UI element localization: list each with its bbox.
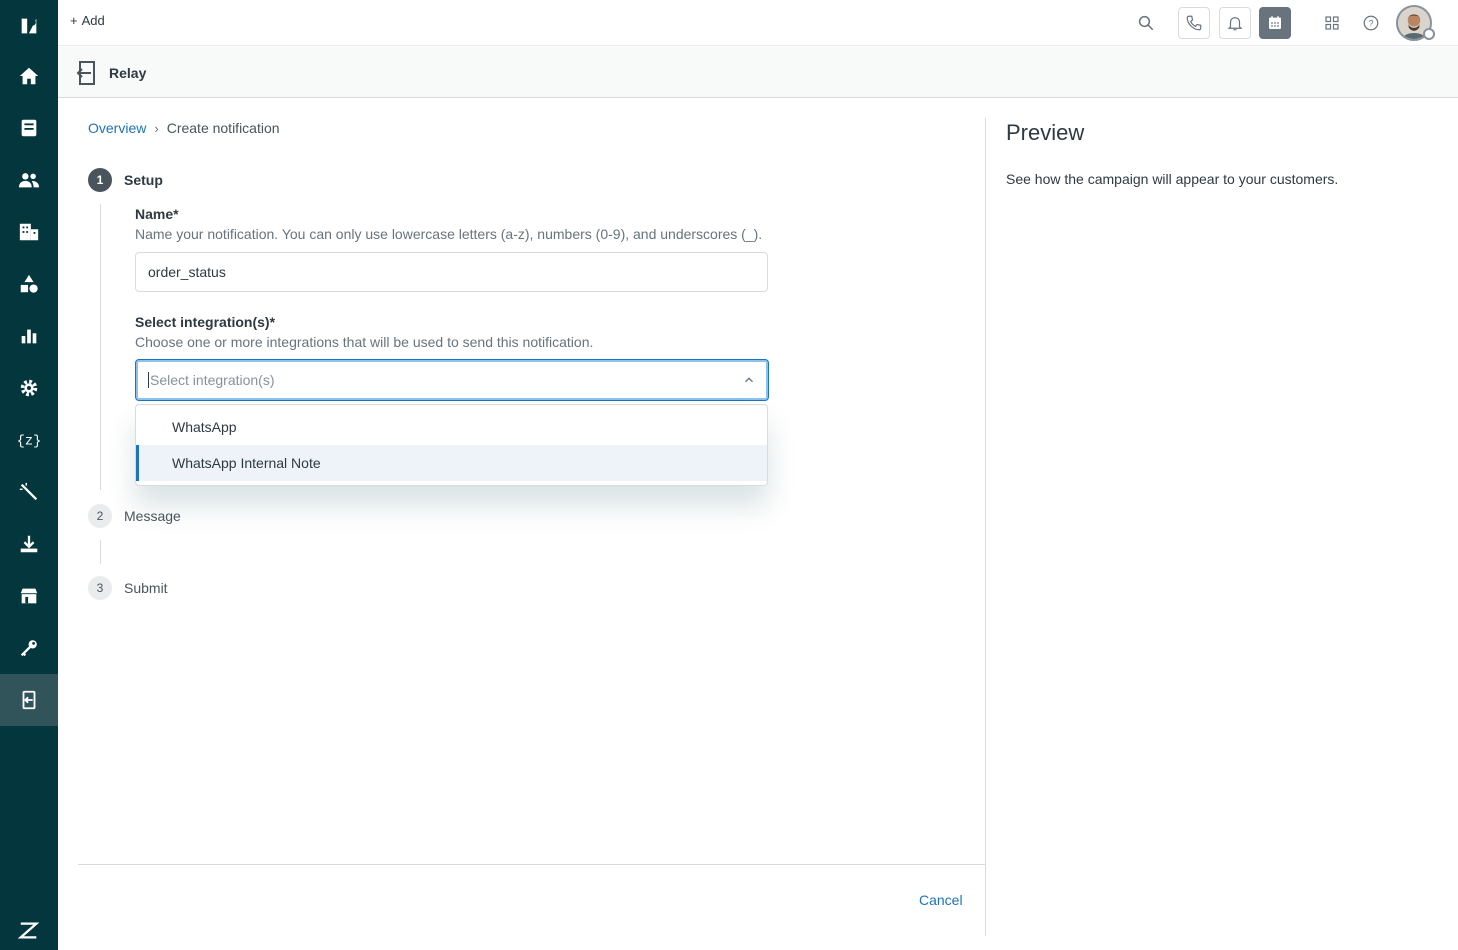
zendesk-logo-icon[interactable] [0, 0, 58, 52]
calendar-icon[interactable] [1259, 7, 1291, 39]
option-whatsapp[interactable]: WhatsApp [136, 409, 767, 445]
step-connector [100, 540, 101, 564]
text-cursor [148, 372, 149, 388]
svg-text:{z}: {z} [18, 434, 40, 450]
name-hint: Name your notification. You can only use… [135, 226, 763, 242]
step-connector [100, 204, 101, 490]
zis-icon[interactable]: {z} [0, 414, 58, 466]
relay-app-icon[interactable] [0, 674, 58, 726]
add-button[interactable]: + Add [70, 13, 105, 28]
bell-icon[interactable] [1219, 7, 1251, 39]
organizations-icon[interactable] [0, 206, 58, 258]
breadcrumb-overview-link[interactable]: Overview [88, 120, 146, 136]
integration-combobox[interactable] [135, 359, 769, 401]
integration-label: Select integration(s)* [135, 314, 276, 330]
add-button-label: Add [81, 13, 105, 28]
zendesk-icon[interactable] [0, 904, 58, 950]
preview-title: Preview [1006, 120, 1085, 145]
preview-description: See how the campaign will appear to your… [1006, 171, 1339, 187]
chevron-up-icon[interactable] [742, 373, 756, 387]
objects-icon[interactable] [0, 258, 58, 310]
store-icon[interactable] [0, 570, 58, 622]
panel-divider [985, 118, 986, 936]
reporting-icon[interactable] [0, 310, 58, 362]
download-icon[interactable] [0, 518, 58, 570]
app-header: Relay [58, 47, 1458, 98]
name-label: Name* [135, 206, 179, 222]
views-icon[interactable] [0, 102, 58, 154]
status-indicator [1423, 28, 1435, 40]
footer-divider [78, 864, 986, 865]
step-3-label: Submit [124, 580, 168, 596]
breadcrumb-current: Create notification [166, 120, 280, 136]
relay-logo-icon [76, 60, 98, 86]
search-icon[interactable] [1130, 7, 1162, 39]
phone-icon[interactable] [1178, 7, 1210, 39]
step-1-label: Setup [124, 172, 163, 188]
step-1-number: 1 [88, 168, 112, 192]
cancel-button[interactable]: Cancel [919, 892, 963, 908]
step-3-number: 3 [88, 576, 112, 600]
svg-text:?: ? [1368, 18, 1373, 28]
step-2-label: Message [124, 508, 181, 524]
chevron-right-icon: › [154, 120, 159, 136]
integration-search-input[interactable] [150, 372, 742, 388]
option-whatsapp-internal-note[interactable]: WhatsApp Internal Note [136, 445, 767, 481]
customers-icon[interactable] [0, 154, 58, 206]
magic-wand-icon[interactable] [0, 466, 58, 518]
name-input[interactable] [135, 252, 768, 292]
plus-icon: + [70, 13, 78, 28]
home-icon[interactable] [0, 50, 58, 102]
integration-hint: Choose one or more integrations that wil… [135, 334, 594, 350]
key-icon[interactable] [0, 622, 58, 674]
apps-grid-icon[interactable] [1316, 7, 1348, 39]
left-nav: {z} [0, 0, 58, 950]
top-bar: + Add ? [58, 0, 1458, 46]
app-title: Relay [109, 65, 147, 81]
integration-dropdown: WhatsApp WhatsApp Internal Note [135, 404, 768, 486]
settings-icon[interactable] [0, 362, 58, 414]
breadcrumb: Overview › Create notification [88, 120, 280, 136]
help-icon[interactable]: ? [1355, 7, 1387, 39]
step-2-number: 2 [88, 504, 112, 528]
